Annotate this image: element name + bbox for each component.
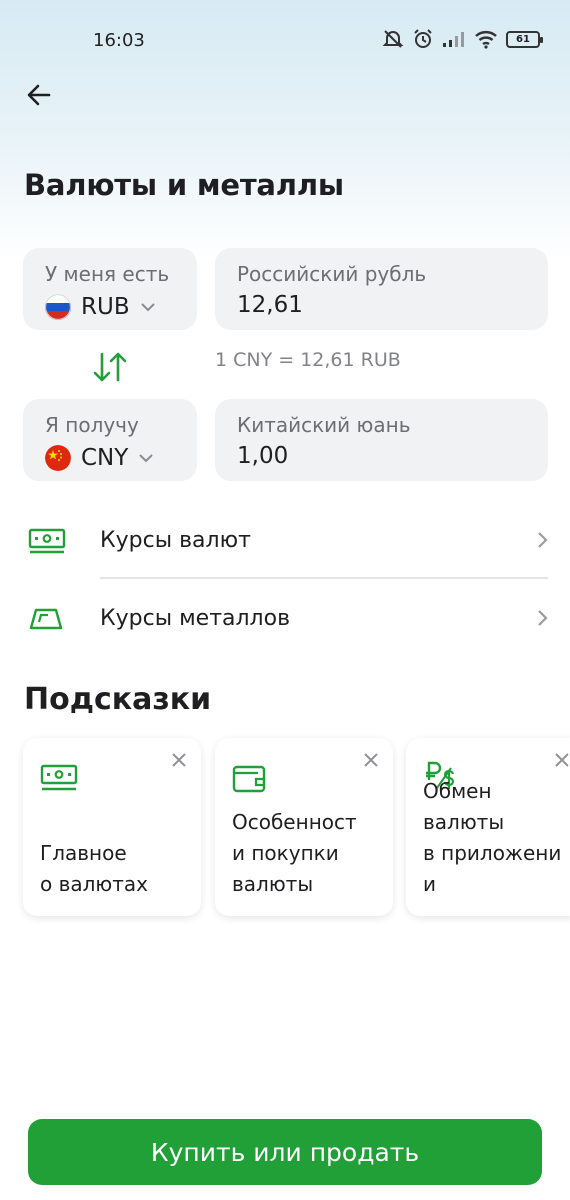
chevron-down-icon bbox=[140, 303, 155, 312]
close-icon[interactable] bbox=[361, 750, 381, 770]
menu-item-label: Курсы валют bbox=[100, 528, 251, 553]
have-label: У меня есть bbox=[45, 262, 170, 286]
wallet-icon bbox=[232, 765, 266, 793]
tip-text: Главное о валютах bbox=[40, 841, 148, 896]
get-label: Я получу bbox=[45, 413, 139, 437]
have-amount-card[interactable]: Российский рубль 12,61 bbox=[215, 248, 548, 330]
have-currency-code: RUB bbox=[81, 294, 130, 320]
close-icon[interactable] bbox=[169, 750, 189, 770]
have-amount-input[interactable]: 12,61 bbox=[237, 292, 303, 318]
battery-icon: 61 bbox=[506, 30, 543, 48]
status-time: 16:03 bbox=[93, 30, 145, 51]
chevron-down-icon bbox=[139, 454, 154, 463]
banknote-icon bbox=[28, 528, 66, 554]
alarm-icon bbox=[412, 28, 434, 50]
back-button[interactable] bbox=[22, 78, 56, 112]
exchange-rate-text: 1 CNY = 12,61 RUB bbox=[215, 349, 401, 371]
ingot-icon bbox=[29, 608, 63, 630]
signal-icon bbox=[442, 30, 466, 48]
buy-or-sell-button[interactable]: Купить или продать bbox=[28, 1119, 542, 1185]
menu-item-label: Курсы металлов bbox=[100, 606, 291, 631]
get-amount-card[interactable]: Китайский юань 1,00 bbox=[215, 399, 548, 481]
get-currency-name: Китайский юань bbox=[237, 413, 411, 437]
swap-arrows-icon bbox=[93, 352, 127, 382]
arrow-left-icon bbox=[27, 84, 51, 106]
swap-currencies-button[interactable] bbox=[90, 350, 130, 384]
tip-card[interactable]: Особенност и покупки валюты bbox=[215, 738, 393, 916]
chevron-right-icon bbox=[538, 532, 548, 548]
have-currency-select[interactable]: RUB bbox=[45, 294, 156, 320]
status-icons: 61 bbox=[382, 28, 543, 50]
tip-card[interactable]: Обмен валюты в приложени и bbox=[406, 738, 570, 916]
get-amount-input[interactable]: 1,00 bbox=[237, 443, 288, 469]
wifi-icon bbox=[474, 29, 498, 49]
get-currency-card[interactable]: Я получу CNY bbox=[23, 399, 197, 481]
get-currency-select[interactable]: CNY bbox=[45, 445, 154, 471]
flag-russia-icon bbox=[45, 294, 71, 320]
menu-divider bbox=[100, 577, 548, 579]
have-currency-name: Российский рубль bbox=[237, 262, 427, 286]
tip-text: Обмен валюты в приложени и bbox=[423, 779, 562, 896]
chevron-right-icon bbox=[538, 610, 548, 626]
banknote-icon bbox=[40, 764, 78, 791]
menu-item-currency-rates[interactable]: Курсы валют bbox=[0, 506, 570, 576]
flag-china-icon bbox=[45, 445, 71, 471]
tip-text: Особенност и покупки валюты bbox=[232, 810, 357, 896]
bell-muted-icon bbox=[382, 28, 404, 50]
have-currency-card[interactable]: У меня есть RUB bbox=[23, 248, 197, 330]
menu-item-metal-rates[interactable]: Курсы металлов bbox=[0, 584, 570, 654]
close-icon[interactable] bbox=[552, 750, 570, 770]
tips-section-title: Подсказки bbox=[24, 682, 212, 717]
page-title: Валюты и металлы bbox=[24, 168, 344, 202]
tip-card[interactable]: Главное о валютах bbox=[23, 738, 201, 916]
get-currency-code: CNY bbox=[81, 445, 129, 471]
status-bar: 16:03 61 bbox=[0, 0, 570, 80]
